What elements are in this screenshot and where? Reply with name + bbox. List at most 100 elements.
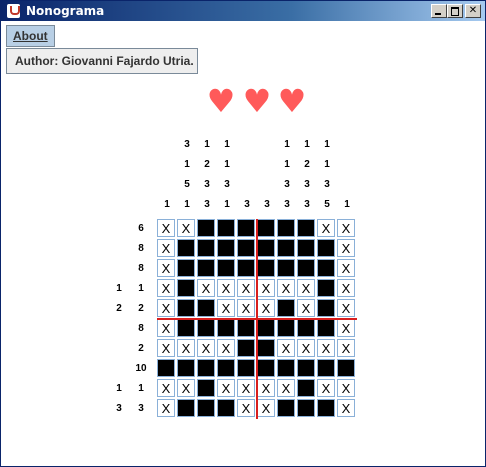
grid-cell-filled[interactable] [337, 359, 355, 377]
grid-cell-crossed[interactable]: X [317, 379, 335, 397]
grid-cell-filled[interactable] [177, 239, 195, 257]
grid-cell-crossed[interactable]: X [297, 339, 315, 357]
grid-cell-filled[interactable] [177, 259, 195, 277]
grid-cell-filled[interactable] [317, 279, 335, 297]
grid-cell-filled[interactable] [237, 319, 255, 337]
grid-cell-filled[interactable] [177, 279, 195, 297]
menu-about[interactable]: About [6, 25, 55, 47]
grid-cell-filled[interactable] [297, 259, 315, 277]
grid-cell-filled[interactable] [217, 219, 235, 237]
grid-cell-filled[interactable] [257, 219, 275, 237]
grid-cell-crossed[interactable]: X [157, 239, 175, 257]
grid-cell-crossed[interactable]: X [277, 279, 295, 297]
grid-cell-crossed[interactable]: X [317, 339, 335, 357]
grid-cell-crossed[interactable]: X [237, 379, 255, 397]
grid-cell-filled[interactable] [237, 359, 255, 377]
grid-cell-filled[interactable] [317, 359, 335, 377]
grid-cell-crossed[interactable]: X [237, 279, 255, 297]
grid-cell-filled[interactable] [257, 239, 275, 257]
grid-cell-crossed[interactable]: X [337, 299, 355, 317]
grid-cell-filled[interactable] [277, 299, 295, 317]
grid-cell-filled[interactable] [197, 239, 215, 257]
grid-cell-filled[interactable] [197, 319, 215, 337]
grid-cell-filled[interactable] [257, 319, 275, 337]
grid-cell-filled[interactable] [177, 319, 195, 337]
maximize-button[interactable] [447, 4, 463, 18]
grid-cell-filled[interactable] [277, 259, 295, 277]
grid-cell-filled[interactable] [277, 359, 295, 377]
grid-cell-crossed[interactable]: X [217, 339, 235, 357]
grid-cell-crossed[interactable]: X [157, 399, 175, 417]
grid-cell-crossed[interactable]: X [217, 379, 235, 397]
grid-cell-filled[interactable] [157, 359, 175, 377]
grid-cell-crossed[interactable]: X [277, 379, 295, 397]
grid-cell-crossed[interactable]: X [277, 339, 295, 357]
grid-cell-filled[interactable] [217, 359, 235, 377]
grid-cell-crossed[interactable]: X [297, 299, 315, 317]
grid-cell-crossed[interactable]: X [337, 379, 355, 397]
grid-cell-filled[interactable] [317, 399, 335, 417]
grid-cell-filled[interactable] [197, 219, 215, 237]
grid-cell-crossed[interactable]: X [237, 399, 255, 417]
grid-cell-crossed[interactable]: X [157, 279, 175, 297]
minimize-button[interactable] [431, 4, 447, 18]
grid-cell-crossed[interactable]: X [337, 399, 355, 417]
grid-cell-crossed[interactable]: X [257, 379, 275, 397]
grid-cell-filled[interactable] [297, 379, 315, 397]
grid-cell-filled[interactable] [277, 319, 295, 337]
grid-cell-filled[interactable] [277, 219, 295, 237]
grid-cell-crossed[interactable]: X [197, 279, 215, 297]
author-menu-item[interactable]: Author: Giovanni Fajardo Utria. [15, 54, 194, 68]
grid-cell-crossed[interactable]: X [337, 259, 355, 277]
grid-cell-filled[interactable] [177, 399, 195, 417]
grid-cell-crossed[interactable]: X [177, 339, 195, 357]
grid-cell-crossed[interactable]: X [157, 259, 175, 277]
grid-cell-filled[interactable] [197, 379, 215, 397]
grid-cell-filled[interactable] [177, 299, 195, 317]
grid-cell-filled[interactable] [237, 239, 255, 257]
grid-cell-filled[interactable] [177, 359, 195, 377]
close-button[interactable]: ✕ [465, 4, 481, 18]
grid-cell-crossed[interactable]: X [337, 279, 355, 297]
grid-cell-crossed[interactable]: X [197, 339, 215, 357]
grid-cell-filled[interactable] [317, 259, 335, 277]
grid-cell-filled[interactable] [237, 259, 255, 277]
grid-cell-filled[interactable] [197, 259, 215, 277]
grid-cell-crossed[interactable]: X [217, 279, 235, 297]
grid-cell-filled[interactable] [237, 339, 255, 357]
grid-cell-crossed[interactable]: X [217, 299, 235, 317]
title-bar[interactable]: Nonograma ✕ [1, 1, 485, 21]
grid-cell-crossed[interactable]: X [157, 319, 175, 337]
grid-cell-filled[interactable] [297, 219, 315, 237]
grid-cell-filled[interactable] [197, 359, 215, 377]
grid-cell-crossed[interactable]: X [257, 279, 275, 297]
grid-cell-filled[interactable] [217, 259, 235, 277]
grid-cell-filled[interactable] [237, 219, 255, 237]
grid-cell-crossed[interactable]: X [337, 339, 355, 357]
grid-cell-crossed[interactable]: X [157, 299, 175, 317]
grid-cell-filled[interactable] [257, 259, 275, 277]
grid-cell-crossed[interactable]: X [177, 379, 195, 397]
grid-cell-crossed[interactable]: X [157, 219, 175, 237]
grid-cell-filled[interactable] [257, 359, 275, 377]
grid-cell-filled[interactable] [197, 399, 215, 417]
grid-cell-crossed[interactable]: X [337, 239, 355, 257]
grid-cell-crossed[interactable]: X [157, 379, 175, 397]
grid-cell-crossed[interactable]: X [337, 319, 355, 337]
grid-cell-filled[interactable] [297, 319, 315, 337]
grid-cell-filled[interactable] [297, 239, 315, 257]
grid-cell-filled[interactable] [217, 239, 235, 257]
grid-cell-crossed[interactable]: X [237, 299, 255, 317]
grid-cell-filled[interactable] [217, 399, 235, 417]
grid-cell-crossed[interactable]: X [157, 339, 175, 357]
grid-cell-filled[interactable] [217, 319, 235, 337]
grid-cell-crossed[interactable]: X [257, 299, 275, 317]
grid-cell-crossed[interactable]: X [297, 279, 315, 297]
grid-cell-filled[interactable] [277, 399, 295, 417]
grid-cell-filled[interactable] [317, 299, 335, 317]
grid-cell-crossed[interactable]: X [317, 219, 335, 237]
grid-cell-crossed[interactable]: X [177, 219, 195, 237]
grid-cell-crossed[interactable]: X [257, 399, 275, 417]
grid-cell-crossed[interactable]: X [337, 219, 355, 237]
grid-cell-filled[interactable] [297, 399, 315, 417]
